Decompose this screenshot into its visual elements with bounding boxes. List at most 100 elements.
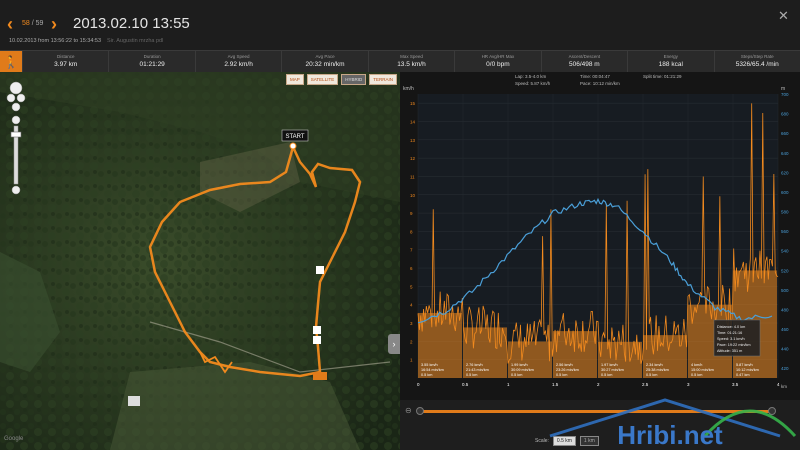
lap-label: 15:00 min/km xyxy=(691,368,714,372)
zoom-slider-handle[interactable] xyxy=(10,131,22,138)
y-tick-label: 9 xyxy=(410,211,413,216)
map-type-selector: MAP SATELLITE HYBRID TERRAIN xyxy=(286,74,397,85)
header: ‹ 58 / 59 › 2013.02.10 13:55 10.02.2013 … xyxy=(0,0,800,50)
pan-up-icon[interactable] xyxy=(9,81,23,95)
lap-label: 2.56 km/h xyxy=(556,363,573,367)
map-type-map[interactable]: MAP xyxy=(286,74,304,85)
x-tick-label: 1 xyxy=(507,382,510,387)
watermark-text: Hribi.net xyxy=(617,420,723,450)
right-tick-label: 440 xyxy=(781,347,789,352)
lap-label: 3.55 km/h xyxy=(421,363,438,367)
stat-avg-speed: Avg Speed 2.92 km/h xyxy=(194,51,281,72)
stat-distance: Distance 3.97 km xyxy=(22,51,108,72)
stat-max-speed: Max Speed 13.5 km/h xyxy=(367,51,454,72)
right-tick-label: 480 xyxy=(781,307,789,312)
map-type-hybrid[interactable]: HYBRID xyxy=(341,74,367,85)
y-tick-label: 12 xyxy=(410,156,416,161)
tooltip-time: Time: 01:21:16 xyxy=(717,331,742,335)
range-start-handle[interactable] xyxy=(416,407,424,415)
user-name: Sir. Augustin mrzha pdl xyxy=(107,38,164,44)
y-tick-label: 11 xyxy=(410,174,415,179)
next-arrow-icon[interactable]: › xyxy=(51,14,57,35)
lap-label: 0.5 km xyxy=(556,373,567,377)
hiker-icon: 🚶 xyxy=(0,51,22,73)
pan-left-icon[interactable] xyxy=(6,93,16,103)
chart-info-bar: Lap: 3.5-4.0 km Speed: 5.87 km/h Time: 0… xyxy=(400,72,800,90)
expand-map-icon[interactable]: › xyxy=(388,334,400,354)
y-tick-label: 3 xyxy=(410,321,413,326)
lap-time: Time: 00:04:47 xyxy=(580,74,610,79)
stat-avg-pace: Avg Pace 20:32 min/km xyxy=(281,51,367,72)
pan-down-icon[interactable] xyxy=(11,102,21,112)
camera-icon[interactable] xyxy=(128,396,140,406)
counter-total: 59 xyxy=(35,20,44,27)
right-tick-label: 700 xyxy=(781,92,789,97)
y-tick-label: 14 xyxy=(410,119,416,124)
lap-label: 30:27 min/km xyxy=(601,368,624,372)
stat-steps-step-rate: Steps/Step Rate 5326/65.4 /min xyxy=(713,51,800,72)
right-tick-label: 420 xyxy=(781,366,789,371)
right-tick-label: 540 xyxy=(781,249,789,254)
lap-label: 4 km/h xyxy=(691,363,702,367)
lap-label: 10:12 min/km xyxy=(736,368,759,372)
x-tick-label: 0 xyxy=(417,382,420,387)
lap-label: 0.5 km xyxy=(691,373,702,377)
waypoint-marker-icon[interactable] xyxy=(313,326,321,334)
stat-value: 13.5 km/h xyxy=(397,61,426,68)
zoom-out-icon[interactable] xyxy=(11,185,21,195)
zoom-in-icon[interactable] xyxy=(11,115,21,125)
time-range: 10.02.2013 from 13:56:22 to 15:34:53 xyxy=(9,38,102,44)
y-tick-label: 10 xyxy=(410,193,416,198)
lap-label: 30:09 min/km xyxy=(511,368,534,372)
previous-arrow-icon[interactable]: ‹ xyxy=(7,14,13,35)
lap-label: 1.99 km/h xyxy=(511,363,528,367)
tooltip-speed: Speed: 3.1 km/h xyxy=(717,337,745,341)
y-tick-label: 13 xyxy=(410,138,416,143)
checkpoint-marker-icon[interactable] xyxy=(316,266,324,274)
activity-subtitle: 10.02.2013 from 13:56:22 to 15:34:53 Sir.… xyxy=(9,38,163,44)
map-type-terrain[interactable]: TERRAIN xyxy=(369,74,397,85)
stat-label: Avg Pace xyxy=(315,54,335,59)
stat-label: HR Avg/HR Max xyxy=(481,54,515,59)
lap-label: 1.97 km/h xyxy=(601,363,618,367)
y-tick-label: 5 xyxy=(410,284,413,289)
finish-marker-icon[interactable] xyxy=(313,372,327,380)
lap-label: 0.5 km xyxy=(421,373,432,377)
satellite-map[interactable]: START xyxy=(0,72,400,450)
stat-value: 01:21:29 xyxy=(139,61,165,68)
stats-bar: 🚶 Distance 3.97 km Duration 01:21:29 Avg Spe… xyxy=(0,50,800,73)
stat-label: Ascent/Descent xyxy=(568,54,601,59)
counter-separator: / xyxy=(31,20,34,27)
lap-label: 0.5 km xyxy=(466,373,477,377)
right-tick-label: 460 xyxy=(781,327,789,332)
lap-info: Lap: 3.5-4.0 km xyxy=(515,74,547,79)
stat-label: Energy xyxy=(663,54,678,59)
stat-value: 20:32 min/km xyxy=(305,61,345,68)
lap-label: 0.5 km xyxy=(511,373,522,377)
stat-hr-avg-hr-max: HR Avg/HR Max 0/0 bpm xyxy=(454,51,540,72)
lap-label: 0.5 km xyxy=(601,373,612,377)
close-icon[interactable]: ✕ xyxy=(778,8,789,24)
zoom-out-chart-icon[interactable]: ⊖ xyxy=(405,406,412,415)
right-tick-label: 600 xyxy=(781,190,789,195)
lap-label: 2.76 km/h xyxy=(466,363,483,367)
speed-altitude-chart[interactable]: 1514131211109876543217006806606406206005… xyxy=(400,72,800,400)
lap-label: 0.47 km xyxy=(736,373,750,377)
stat-value: 3.97 km xyxy=(54,61,78,68)
stat-value: 188 kcal xyxy=(658,61,683,68)
split-time: Split time: 01:21:29 xyxy=(643,74,682,79)
tooltip-pace: Pace: 19:22 min/km xyxy=(717,343,751,347)
map-type-satellite[interactable]: SATELLITE xyxy=(306,74,339,85)
pan-right-icon[interactable] xyxy=(16,93,26,103)
lap-label: 2.34 km/h xyxy=(646,363,663,367)
map-panel[interactable]: START MAP SATELLITE HYBRID TERRAIN › Google xyxy=(0,72,400,450)
right-tick-label: 580 xyxy=(781,210,789,215)
lap-label: 25:38 min/km xyxy=(646,368,669,372)
counter-current: 58 xyxy=(22,20,30,27)
start-label: START xyxy=(285,134,304,140)
stat-value: 2.92 km/h xyxy=(224,61,253,68)
right-tick-label: 640 xyxy=(781,151,789,156)
zoom-control[interactable] xyxy=(6,80,26,200)
y-tick-label: 7 xyxy=(410,248,413,253)
waypoint-marker-icon[interactable] xyxy=(313,336,321,344)
